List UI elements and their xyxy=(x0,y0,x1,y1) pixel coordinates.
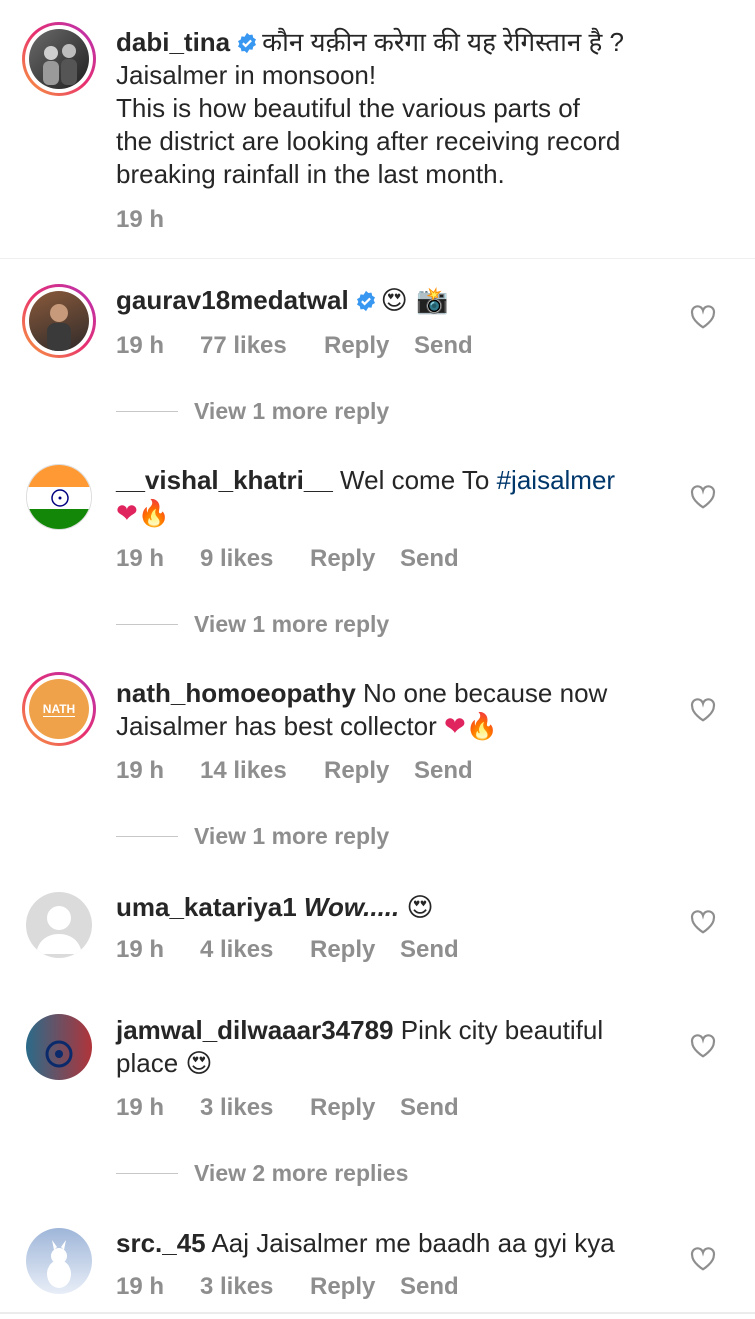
send-button[interactable]: Send xyxy=(400,936,459,964)
send-button[interactable]: Send xyxy=(414,332,473,360)
story-ring[interactable] xyxy=(22,284,96,358)
comment-text: src._45 Aaj Jaisalmer me baadh aa gyi ky… xyxy=(116,1227,615,1260)
caption-line-2: Jaisalmer in monsoon! xyxy=(116,60,377,90)
story-ring[interactable]: NATH xyxy=(22,672,96,746)
comment-text: nath_homoeopathy No one because now Jais… xyxy=(116,677,676,744)
comment-text: gaurav18medatwal 😍 📸 xyxy=(116,284,448,318)
send-button[interactable]: Send xyxy=(400,1273,459,1301)
avatar[interactable]: NATH xyxy=(29,679,89,739)
comment-meta: 19 h 9 likes Reply Send xyxy=(116,545,459,573)
divider xyxy=(0,1312,755,1314)
comment-meta: 19 h 4 likes Reply Send xyxy=(116,936,459,964)
comment-body: Pink city beautiful xyxy=(400,1015,604,1045)
post-caption: dabi_tina कौन यक़ीन करेगा की यह रेगिस्तान… xyxy=(0,0,755,259)
comment-username[interactable]: nath_homoeopathy xyxy=(116,678,356,708)
heart-icon[interactable] xyxy=(690,698,716,722)
divider xyxy=(116,1173,178,1174)
comment-emoji: 😍 xyxy=(406,893,434,923)
comment-body: Aaj Jaisalmer me baadh aa gyi kya xyxy=(211,1228,615,1258)
comment-time: 19 h xyxy=(116,757,165,784)
caption-line-3: This is how beautiful the various parts … xyxy=(116,93,580,123)
comment-username[interactable]: src._45 xyxy=(116,1228,206,1258)
heart-icon[interactable] xyxy=(690,1247,716,1271)
view-more-replies[interactable]: View 1 more reply xyxy=(116,398,389,425)
heart-icon[interactable] xyxy=(690,485,716,509)
avatar[interactable] xyxy=(26,1014,92,1080)
caption-time: 19 h xyxy=(116,206,165,233)
comment-body-2: place xyxy=(116,1048,186,1078)
divider xyxy=(116,411,178,412)
comment-body: Wow..... xyxy=(303,892,400,922)
avatar[interactable] xyxy=(29,291,89,351)
send-button[interactable]: Send xyxy=(400,1094,459,1122)
likes-count[interactable]: 9 likes xyxy=(200,545,310,573)
caption-line-4: the district are looking after receiving… xyxy=(116,126,621,156)
likes-count[interactable]: 14 likes xyxy=(200,757,324,785)
verified-icon xyxy=(356,290,375,312)
likes-count[interactable]: 4 likes xyxy=(200,936,310,964)
caption-text: dabi_tina कौन यक़ीन करेगा की यह रेगिस्तान… xyxy=(116,26,736,191)
avatar[interactable] xyxy=(29,29,89,89)
reply-button[interactable]: Reply xyxy=(310,936,400,964)
comment-text: jamwal_dilwaaar34789 Pink city beautiful… xyxy=(116,1014,676,1081)
hashtag-link[interactable]: #jaisalmer xyxy=(497,465,616,495)
comment-emoji: 😍 📸 xyxy=(380,286,449,316)
comment-emoji: ❤🔥 xyxy=(444,712,499,742)
caption-line-1: कौन यक़ीन करेगा की यह रेगिस्तान है ? xyxy=(262,27,624,57)
comment-time: 19 h xyxy=(116,936,165,963)
send-button[interactable]: Send xyxy=(414,757,473,785)
likes-count[interactable]: 77 likes xyxy=(200,332,324,360)
comment-username[interactable]: gaurav18medatwal xyxy=(116,285,349,315)
comment-time: 19 h xyxy=(116,1094,165,1121)
view-more-replies[interactable]: View 1 more reply xyxy=(116,611,389,638)
comment-text: uma_katariya1 Wow..... 😍 xyxy=(116,891,434,925)
comment-time: 19 h xyxy=(116,332,165,359)
comment-username[interactable]: __vishal_khatri__ xyxy=(116,465,333,495)
reply-button[interactable]: Reply xyxy=(310,1273,400,1301)
comment-text: __vishal_khatri__ Wel come To #jaisalmer… xyxy=(116,464,676,531)
caption-line-5: breaking rainfall in the last month. xyxy=(116,159,505,189)
comment-body: No one because now xyxy=(363,678,608,708)
comment-username[interactable]: jamwal_dilwaaar34789 xyxy=(116,1015,394,1045)
heart-icon[interactable] xyxy=(690,305,716,329)
comment-body: Wel come To xyxy=(340,465,497,495)
likes-count[interactable]: 3 likes xyxy=(200,1273,310,1301)
view-more-replies[interactable]: View 2 more replies xyxy=(116,1160,408,1187)
comment-meta: 19 h 77 likes Reply Send xyxy=(116,332,473,360)
avatar-logo-text: NATH xyxy=(42,701,76,717)
likes-count[interactable]: 3 likes xyxy=(200,1094,310,1122)
reply-button[interactable]: Reply xyxy=(310,1094,400,1122)
reply-button[interactable]: Reply xyxy=(324,757,414,785)
verified-icon xyxy=(238,32,257,54)
comment-username[interactable]: uma_katariya1 xyxy=(116,892,297,922)
story-ring[interactable] xyxy=(22,22,96,96)
view-more-replies[interactable]: View 1 more reply xyxy=(116,823,389,850)
heart-icon[interactable] xyxy=(690,1034,716,1058)
comment-body-2: Jaisalmer has best collector xyxy=(116,711,445,741)
comment-time: 19 h xyxy=(116,545,165,572)
heart-icon[interactable] xyxy=(690,910,716,934)
comment-emoji: ❤🔥 xyxy=(116,499,171,529)
reply-button[interactable]: Reply xyxy=(324,332,414,360)
divider xyxy=(116,836,178,837)
send-button[interactable]: Send xyxy=(400,545,459,573)
avatar[interactable] xyxy=(26,892,92,958)
avatar[interactable] xyxy=(26,464,92,530)
comment-meta: 19 h 14 likes Reply Send xyxy=(116,757,473,785)
reply-button[interactable]: Reply xyxy=(310,545,400,573)
avatar[interactable] xyxy=(26,1228,92,1294)
comment-meta: 19 h 3 likes Reply Send xyxy=(116,1094,459,1122)
comment-time: 19 h xyxy=(116,1273,165,1300)
caption-username[interactable]: dabi_tina xyxy=(116,27,230,57)
comment-emoji: 😍 xyxy=(185,1049,213,1079)
divider xyxy=(116,624,178,625)
comment-meta: 19 h 3 likes Reply Send xyxy=(116,1273,459,1301)
